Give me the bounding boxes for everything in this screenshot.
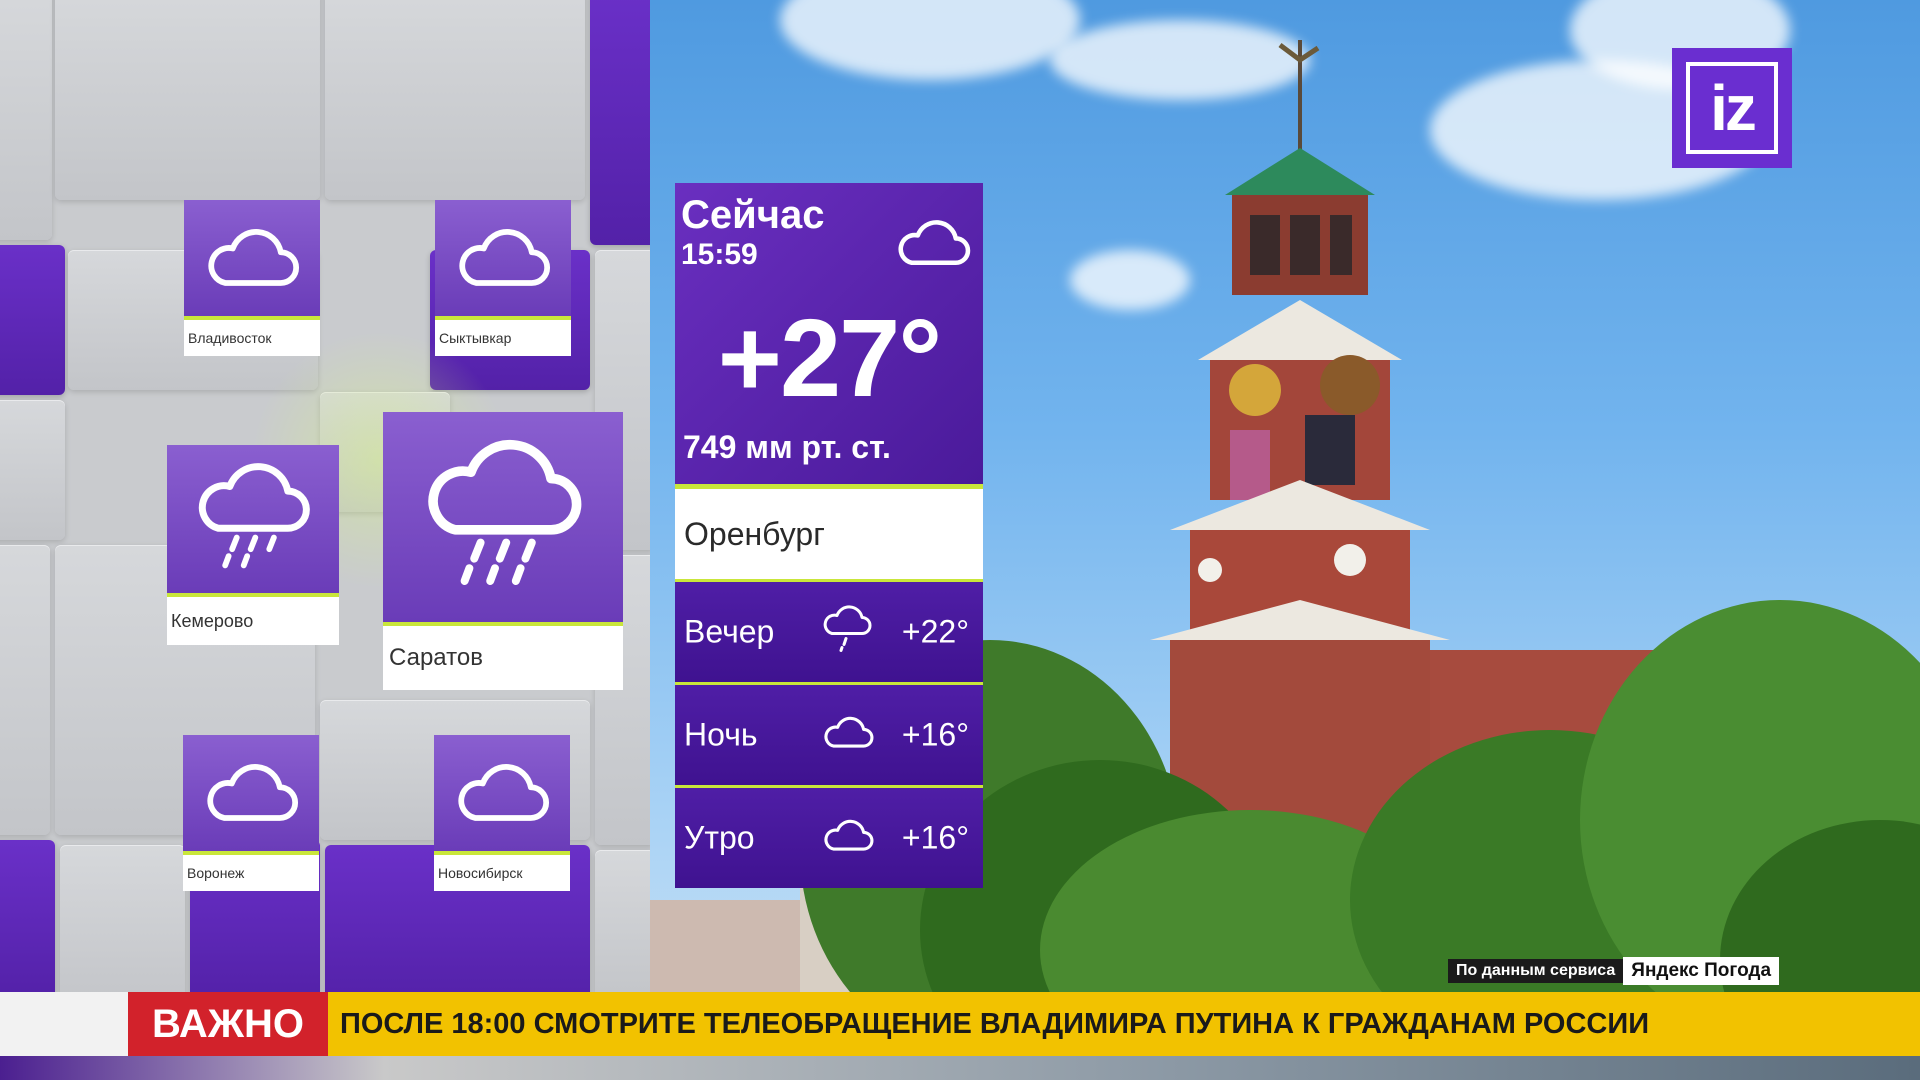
now-time: 15:59 bbox=[681, 238, 758, 271]
forecast-label: Ночь bbox=[684, 716, 758, 753]
cloud-icon bbox=[824, 819, 874, 851]
city-card-label: Кемерово bbox=[167, 597, 339, 645]
news-ticker: ВАЖНО ПОСЛЕ 18:00 СМОТРИТЕ ТЕЛЕОБРАЩЕНИЕ… bbox=[0, 992, 1920, 1056]
now-label: Сейчас bbox=[681, 193, 825, 237]
forecast-icon-wrap bbox=[822, 715, 874, 756]
pressure-readout: 749 мм рт. ст. bbox=[683, 429, 891, 465]
city-card-icon-area bbox=[383, 412, 623, 626]
city-card-label: Саратов bbox=[383, 626, 623, 690]
current-weather-panel: Сейчас 15:59 +27° 749 мм рт. ст. Оренбур… bbox=[675, 183, 983, 888]
city-card-novosibirsk[interactable]: Новосибирск bbox=[434, 735, 570, 891]
channel-logo: iz bbox=[1672, 48, 1792, 168]
forecast-row-evening: Вечер +22° bbox=[675, 579, 983, 682]
bg-tile bbox=[325, 0, 585, 200]
rain-cloud-icon bbox=[428, 439, 582, 585]
bg-tile bbox=[0, 545, 50, 835]
bg-tile bbox=[0, 0, 52, 240]
bottom-strip bbox=[0, 1056, 1920, 1080]
current-conditions: Сейчас 15:59 +27° 749 мм рт. ст. bbox=[675, 183, 983, 489]
city-card-label: Владивосток bbox=[184, 320, 320, 356]
forecast-icon-wrap bbox=[822, 818, 874, 859]
bg-tile bbox=[590, 0, 650, 245]
cloud-icon bbox=[208, 229, 299, 286]
forecast-row-morning: Утро +16° bbox=[675, 785, 983, 888]
city-card-icon-area bbox=[184, 200, 320, 320]
cloud-icon bbox=[898, 220, 971, 266]
cloud-icon bbox=[824, 716, 874, 748]
city-card-syktyvkar[interactable]: Сыктывкар bbox=[435, 200, 571, 356]
cloud-icon bbox=[207, 764, 298, 821]
bg-tile bbox=[55, 0, 320, 200]
city-card-vladivostok[interactable]: Владивосток bbox=[184, 200, 320, 356]
bg-tile bbox=[60, 845, 185, 1005]
ticker-spacer bbox=[0, 992, 128, 1056]
current-temperature: +27° bbox=[717, 297, 943, 420]
forecast-label: Вечер bbox=[684, 613, 775, 650]
city-card-icon-area bbox=[183, 735, 319, 855]
forecast-temperature: +22° bbox=[901, 613, 969, 650]
city-card-voronezh[interactable]: Воронеж bbox=[183, 735, 319, 891]
city-card-label: Воронеж bbox=[183, 855, 319, 891]
city-card-kemerovo[interactable]: Кемерово bbox=[167, 445, 339, 645]
cloud-icon bbox=[458, 764, 549, 821]
cloud-icon bbox=[459, 229, 550, 286]
channel-logo-mark: iz bbox=[1686, 62, 1778, 154]
city-card-saratov[interactable]: Саратов bbox=[383, 412, 623, 690]
source-credit: По данным сервиса Яндекс Погода bbox=[1448, 957, 1780, 985]
rain-cloud-icon bbox=[198, 463, 310, 569]
city-card-icon-area bbox=[434, 735, 570, 855]
city-card-icon-area bbox=[167, 445, 339, 597]
source-credit-label: По данным сервиса bbox=[1448, 959, 1624, 983]
bg-tile bbox=[0, 400, 65, 540]
city-card-label: Сыктывкар bbox=[435, 320, 571, 356]
now-icon-wrap bbox=[895, 217, 971, 274]
forecast-label: Утро bbox=[684, 819, 755, 856]
bg-tile bbox=[0, 840, 55, 1000]
bg-tile bbox=[0, 245, 65, 395]
city-card-label: Новосибирск bbox=[434, 855, 570, 891]
forecast-icon-wrap bbox=[822, 605, 872, 660]
city-card-icon-area bbox=[435, 200, 571, 320]
forecast-temperature: +16° bbox=[901, 819, 969, 856]
ticker-badge: ВАЖНО bbox=[128, 992, 328, 1056]
source-credit-brand: Яндекс Погода bbox=[1623, 957, 1780, 985]
current-city: Оренбург bbox=[675, 489, 983, 579]
forecast-temperature: +16° bbox=[901, 716, 969, 753]
ticker-headline: ПОСЛЕ 18:00 СМОТРИТЕ ТЕЛЕОБРАЩЕНИЕ ВЛАДИ… bbox=[328, 992, 1920, 1056]
forecast-row-night: Ночь +16° bbox=[675, 682, 983, 785]
weather-map-panel: Владивосток Сыктывкар Кемерово Саратов В… bbox=[0, 0, 650, 1080]
rain-cloud-icon bbox=[823, 605, 872, 652]
bg-tile bbox=[595, 850, 650, 1000]
